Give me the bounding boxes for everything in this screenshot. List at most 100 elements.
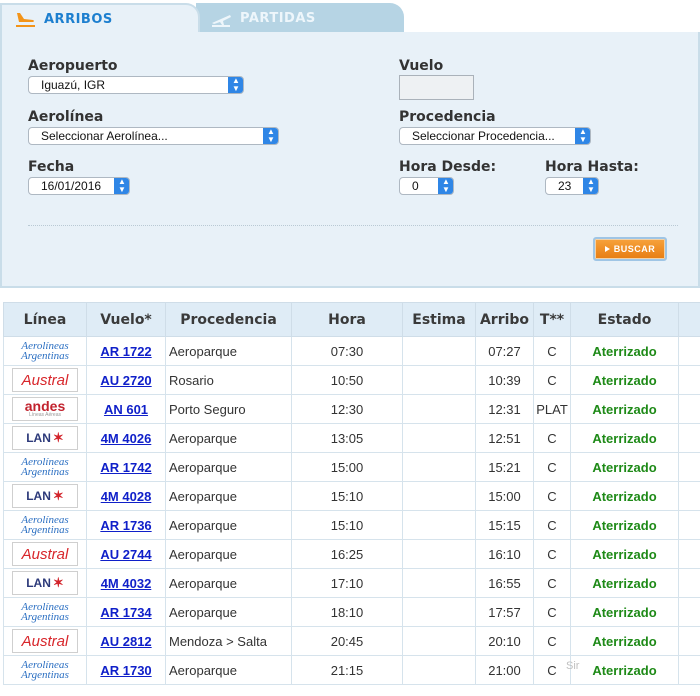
hora-cell: 15:10: [291, 481, 403, 511]
col-header-estado[interactable]: Estado: [570, 302, 679, 337]
select-arrows-icon: ▲ ▼: [114, 178, 129, 194]
airline-cell: Austral: [3, 365, 87, 395]
logo-text: Argentinas: [21, 669, 69, 681]
flight-link[interactable]: AR 1722: [100, 344, 151, 359]
blank-cell: [678, 336, 700, 366]
airline-cell: Austral: [3, 626, 87, 656]
tab-partidas-label: PARTIDAS: [240, 11, 316, 26]
procedencia-select[interactable]: Seleccionar Procedencia... ▲ ▼: [399, 127, 591, 145]
austral-logo: Austral: [12, 542, 78, 566]
hora-cell: 15:00: [291, 452, 403, 482]
blank-cell: [678, 568, 700, 598]
logo-text: LAN: [26, 431, 51, 445]
col-header-linea[interactable]: Línea: [3, 302, 87, 337]
flight-link[interactable]: AU 2744: [100, 547, 151, 562]
logo-text: andes: [24, 398, 66, 414]
airline-cell: andes Líneas Aéreas: [3, 394, 87, 424]
buscar-label: BUSCAR: [613, 244, 656, 254]
blank-cell: [678, 626, 700, 656]
logo-text: Austral: [21, 371, 69, 389]
hora-hasta-label: Hora Hasta:: [545, 159, 639, 175]
blank-cell: [678, 655, 700, 685]
hora-cell: 12:30: [291, 394, 403, 424]
arribo-cell: 12:51: [475, 423, 534, 453]
estado-cell: Aterrizado: [570, 597, 679, 627]
estado-cell: Aterrizado: [570, 365, 679, 395]
flight-link[interactable]: AR 1742: [100, 460, 151, 475]
select-arrows-icon: ▲ ▼: [263, 128, 278, 144]
table-row: Aerolíneas Argentinas AR 1722 Aeroparque 07:…: [3, 336, 700, 366]
estado-cell: Aterrizado: [570, 568, 679, 598]
table-row: Aerolíneas Argentinas AR 1736 Aeroparque 15:…: [3, 510, 700, 540]
estado-cell: Aterrizado: [570, 655, 679, 685]
airline-cell: Aerolíneas Argentinas: [3, 452, 87, 482]
arribo-cell: 16:55: [475, 568, 534, 598]
flight-link[interactable]: 4M 4026: [101, 431, 152, 446]
terminal-cell: PLAT: [533, 394, 571, 424]
flight-cell: AU 2812: [86, 626, 166, 656]
flight-link[interactable]: AU 2720: [100, 373, 151, 388]
airline-cell: Aerolíneas Argentinas: [3, 597, 87, 627]
aerolinea-select[interactable]: Seleccionar Aerolínea... ▲ ▼: [28, 127, 279, 145]
terminal-cell: C: [533, 452, 571, 482]
estima-cell: [402, 423, 476, 453]
tab-arribos-label: ARRIBOS: [44, 12, 113, 27]
buscar-button[interactable]: BUSCAR: [593, 237, 667, 261]
col-header-estima[interactable]: Estima: [402, 302, 476, 337]
hora-cell: 15:10: [291, 510, 403, 540]
play-arrow-icon: [604, 246, 610, 252]
table-row: Aerolíneas Argentinas AR 1730 Aeroparque 21:…: [3, 655, 700, 685]
flight-link[interactable]: AR 1734: [100, 605, 151, 620]
aerolinea-label: Aerolínea: [28, 109, 104, 125]
flight-link[interactable]: AR 1736: [100, 518, 151, 533]
hora-cell: 13:05: [291, 423, 403, 453]
estima-cell: [402, 626, 476, 656]
logo-text: Argentinas: [21, 466, 69, 478]
col-header-vuelo[interactable]: Vuelo*: [86, 302, 166, 337]
flight-link[interactable]: AR 1730: [100, 663, 151, 678]
col-header-terminal[interactable]: T**: [533, 302, 571, 337]
hora-hasta-select[interactable]: 23 ▲ ▼: [545, 177, 599, 195]
select-arrows-icon: ▲ ▼: [228, 77, 243, 93]
hora-desde-select[interactable]: 0 ▲ ▼: [399, 177, 454, 195]
fecha-select[interactable]: 16/01/2016 ▲ ▼: [28, 177, 130, 195]
hora-cell: 07:30: [291, 336, 403, 366]
table-row: LAN ✶ 4M 4032 Aeroparque 17:10 16:55 C Aterriza…: [3, 568, 700, 598]
vuelo-input[interactable]: [399, 75, 474, 100]
aeropuerto-value: Iguazú, IGR: [41, 78, 106, 92]
flight-link[interactable]: 4M 4032: [101, 576, 152, 591]
origin-cell: Aeroparque: [165, 568, 292, 598]
estima-cell: [402, 597, 476, 627]
flight-cell: 4M 4032: [86, 568, 166, 598]
departure-plane-icon: [210, 11, 232, 27]
estima-cell: [402, 394, 476, 424]
flight-link[interactable]: 4M 4028: [101, 489, 152, 504]
table-row: Austral AU 2744 Aeroparque 16:25 16:10 C Aterr…: [3, 539, 700, 569]
aeropuerto-select[interactable]: Iguazú, IGR ▲ ▼: [28, 76, 244, 94]
flight-link[interactable]: AU 2812: [100, 634, 151, 649]
blank-cell: [678, 423, 700, 453]
col-header-procedencia[interactable]: Procedencia: [165, 302, 292, 337]
aerolineas-argentinas-logo: Aerolíneas Argentinas: [12, 600, 78, 624]
tab-arribos[interactable]: ARRIBOS: [0, 3, 200, 34]
table-header-row: Línea Vuelo* Procedencia Hora Estima Arr…: [3, 302, 700, 337]
arribo-cell: 10:39: [475, 365, 534, 395]
aeropuerto-label: Aeropuerto: [28, 58, 118, 74]
airline-cell: Aerolíneas Argentinas: [3, 336, 87, 366]
hora-cell: 18:10: [291, 597, 403, 627]
table-row: LAN ✶ 4M 4028 Aeroparque 15:10 15:00 C Aterriza…: [3, 481, 700, 511]
estima-cell: [402, 452, 476, 482]
col-header-hora[interactable]: Hora: [291, 302, 403, 337]
tab-bar: PARTIDAS ARRIBOS: [0, 0, 700, 34]
origin-cell: Porto Seguro: [165, 394, 292, 424]
terminal-cell: C: [533, 336, 571, 366]
flight-link[interactable]: AN 601: [104, 402, 148, 417]
origin-cell: Aeroparque: [165, 510, 292, 540]
andes-logo: andes Líneas Aéreas: [12, 397, 78, 421]
col-header-arribo[interactable]: Arribo: [475, 302, 534, 337]
fecha-label: Fecha: [28, 159, 75, 175]
tab-partidas[interactable]: PARTIDAS: [196, 3, 404, 34]
hora-cell: 16:25: [291, 539, 403, 569]
lan-star-icon: ✶: [52, 430, 64, 445]
austral-logo: Austral: [12, 629, 78, 653]
